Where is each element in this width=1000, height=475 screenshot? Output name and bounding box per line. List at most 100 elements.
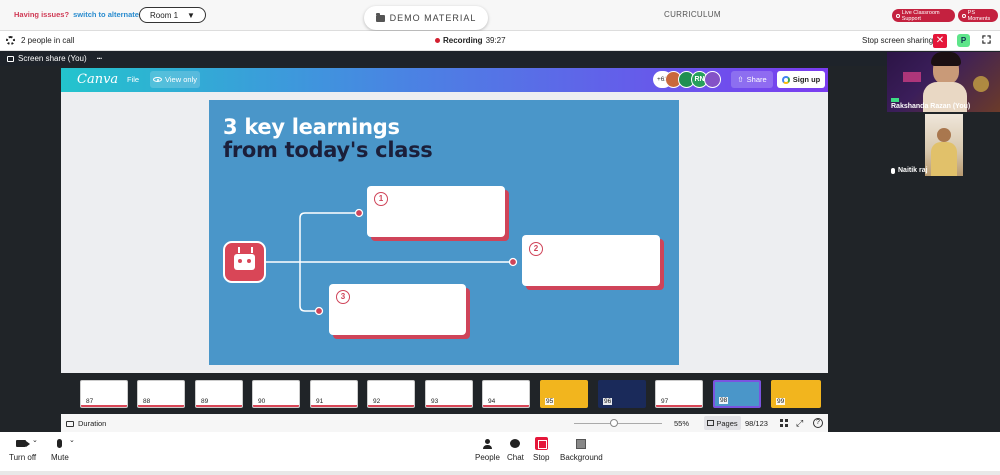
call-bar: 2 people in call Recording 39:27 Stop sc…	[0, 31, 1000, 51]
demo-material-button[interactable]: DEMO MATERIAL	[364, 6, 488, 30]
video-tile-self[interactable]: Rakshanda Razan (You)	[887, 52, 1000, 112]
thumb-accent	[483, 405, 529, 407]
chevron-down-icon[interactable]: ⌄	[69, 436, 75, 444]
view-only-button[interactable]: View only	[150, 71, 200, 88]
people-icon	[482, 438, 492, 449]
stop-sharing-label[interactable]: Stop screen sharing	[862, 36, 933, 45]
microphone-icon	[57, 439, 63, 448]
chat-label: Chat	[507, 453, 524, 462]
stop-sharing-close-button[interactable]: ✕	[933, 34, 947, 48]
canva-share-button[interactable]: ⇧ Share	[731, 71, 773, 88]
people-count[interactable]: 2 people in call	[6, 36, 74, 45]
curriculum-tab[interactable]: CURRICULUM	[664, 10, 721, 19]
help-icon[interactable]: ?	[813, 418, 823, 428]
participant-name: Naitik raj	[898, 167, 928, 174]
background-label: Background	[560, 453, 603, 462]
support-icon	[896, 13, 900, 18]
page-number: 88	[142, 398, 152, 405]
pages-button[interactable]: Pages	[704, 416, 741, 430]
top-bar: Having issues? switch to alternate room …	[0, 0, 1000, 31]
mute-label: Mute	[51, 453, 69, 462]
robot-antenna	[251, 247, 253, 253]
view-only-label: View only	[165, 75, 197, 84]
screen-share-bar: Screen share (You) ···	[0, 51, 1000, 66]
call-controls: Turn off ⌄ Mute ⌄ People Chat Stop Backg…	[0, 432, 1000, 475]
canva-file-menu[interactable]: File	[127, 75, 139, 84]
collaborator-avatars[interactable]: +62 RN	[653, 71, 722, 88]
pages-label: Pages	[716, 418, 738, 428]
thumb-accent	[81, 405, 127, 407]
page-thumbnail[interactable]: 96	[598, 380, 646, 408]
page-thumbnail[interactable]: 99	[771, 380, 821, 408]
background-icon	[576, 438, 587, 449]
canva-signup-button[interactable]: Sign up	[777, 71, 825, 88]
page-thumbnail[interactable]: 94	[482, 380, 530, 408]
page-thumbnail[interactable]: 87	[80, 380, 128, 408]
chevron-down-icon[interactable]: ⌄	[32, 436, 38, 444]
thumb-accent	[368, 405, 414, 407]
grid-view-icon[interactable]	[780, 419, 788, 427]
page-number: 95	[545, 398, 555, 405]
robot-antenna	[238, 247, 240, 253]
user-badge[interactable]: P	[957, 34, 970, 47]
video-tile-participant[interactable]: Naitik raj	[887, 114, 1000, 176]
participant-face	[937, 128, 951, 142]
avatar	[704, 71, 722, 88]
zoom-slider-handle[interactable]	[610, 419, 618, 427]
expand-icon[interactable]	[982, 35, 991, 44]
page-number: 92	[372, 398, 382, 405]
page-thumbnail-selected[interactable]: 98	[713, 380, 761, 408]
fullscreen-icon[interactable]: ⤢	[796, 418, 803, 429]
recording-dot-icon	[435, 38, 440, 43]
timer-icon	[66, 420, 74, 427]
ps-moments-button[interactable]: PS Moments	[958, 9, 998, 22]
participant-body	[931, 142, 957, 176]
thumb-accent	[311, 405, 357, 407]
poster-decoration	[903, 72, 921, 82]
upload-icon: ⇧	[737, 75, 744, 84]
recording-label: Recording	[443, 36, 483, 45]
thumb-accent	[253, 405, 299, 407]
people-button[interactable]: People	[475, 437, 500, 462]
room-select-value: Room 1	[150, 10, 179, 20]
zoom-slider[interactable]	[574, 423, 662, 424]
page-thumbnail[interactable]: 97	[655, 380, 703, 408]
page-thumbnail[interactable]: 93	[425, 380, 473, 408]
robot-face	[234, 254, 255, 270]
learning-box-3: 3	[329, 284, 466, 335]
canva-bottom-bar: Duration 55% Pages 98/123 ⤢ ?	[61, 414, 828, 432]
zoom-value: 55%	[674, 419, 690, 428]
duration-button[interactable]: Duration	[66, 419, 106, 428]
page-number: 87	[85, 398, 95, 405]
chat-button[interactable]: Chat	[507, 437, 524, 462]
page-thumbnail[interactable]: 92	[367, 380, 415, 408]
screen-share-icon	[7, 55, 14, 62]
more-options-icon[interactable]: ···	[97, 54, 103, 63]
page-number: 89	[200, 398, 210, 405]
issue-text: Having issues?	[14, 10, 70, 19]
room-select[interactable]: Room 1 ▼	[139, 7, 206, 23]
canva-signup-label: Sign up	[792, 75, 821, 84]
page-thumbnail[interactable]: 95	[540, 380, 588, 408]
robot-icon	[223, 241, 266, 283]
stop-share-button[interactable]: Stop	[533, 437, 549, 462]
page-number: 93	[430, 398, 440, 405]
participant-name: Rakshanda Razan (You)	[891, 103, 971, 110]
robot-eye	[238, 259, 242, 263]
page-thumbnails: 87 88 89 90 91 92 93 94 95 96 97 98 99	[61, 378, 828, 410]
people-count-label: 2 people in call	[21, 36, 75, 45]
page-thumbnail[interactable]: 90	[252, 380, 300, 408]
page-thumbnail[interactable]: 89	[195, 380, 243, 408]
thumb-accent	[138, 405, 184, 407]
thumb-accent	[196, 405, 242, 407]
moments-icon	[962, 13, 966, 18]
learning-box-2: 2	[522, 235, 660, 286]
mute-button[interactable]: Mute	[51, 437, 69, 462]
pages-icon	[707, 420, 715, 426]
people-label: People	[475, 453, 500, 462]
page-thumbnail[interactable]: 91	[310, 380, 358, 408]
page-thumbnail[interactable]: 88	[137, 380, 185, 408]
live-support-button[interactable]: Live Classroom Support	[892, 9, 955, 22]
background-button[interactable]: Background	[560, 437, 603, 462]
canva-toolbar: Canva File View only +62 RN ⇧ Share Sign…	[61, 68, 828, 92]
